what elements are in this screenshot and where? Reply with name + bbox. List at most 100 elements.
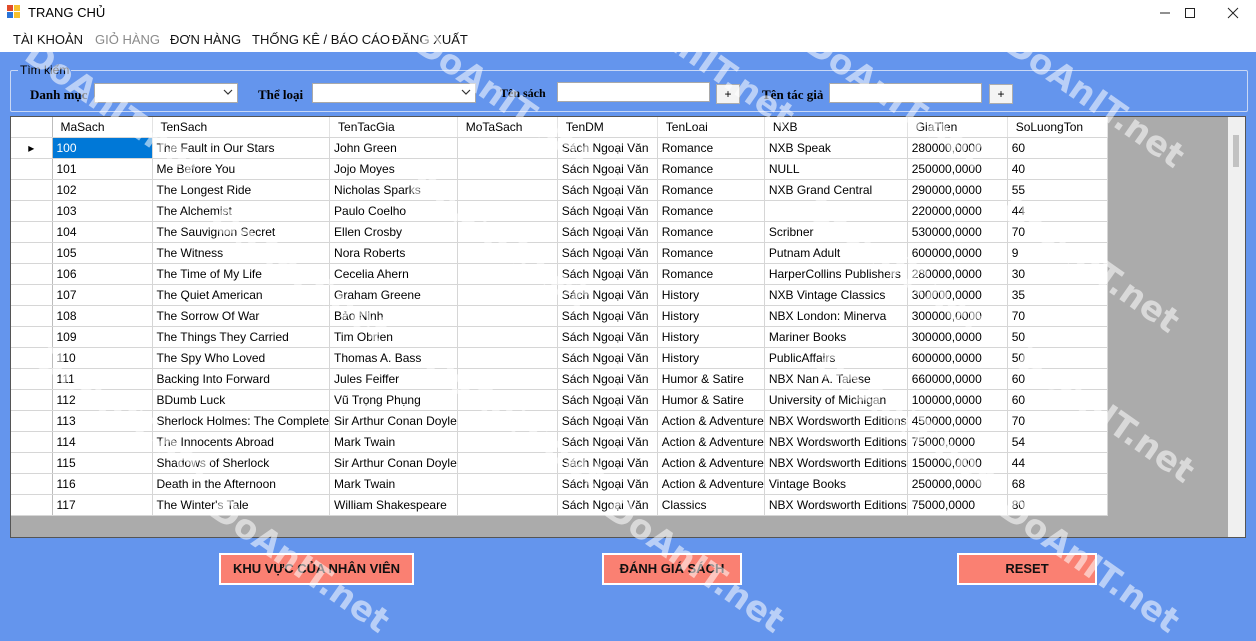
grid-cell-soluongton[interactable]: 70 — [1007, 305, 1108, 327]
grid-cell-tensach[interactable]: The Innocents Abroad — [152, 431, 331, 453]
grid-cell-soluongton[interactable]: 80 — [1007, 494, 1108, 516]
grid-cell-nxb[interactable]: Putnam Adult — [764, 242, 908, 264]
grid-cell-giatien[interactable]: 280000,0000 — [907, 137, 1008, 159]
grid-cell-tendm[interactable]: Sách Ngoại Văn — [557, 284, 658, 306]
grid-cell-tensach[interactable]: The Sorrow Of War — [152, 305, 331, 327]
grid-cell-giatien[interactable]: 75000,0000 — [907, 431, 1008, 453]
genre-select[interactable] — [312, 83, 476, 103]
grid-cell-tenloai[interactable]: History — [657, 284, 765, 306]
grid-cell-tentacgia[interactable]: Ellen Crosby — [329, 221, 458, 243]
grid-cell-soluongton[interactable]: 54 — [1007, 431, 1108, 453]
grid-cell-tendm[interactable]: Sách Ngoại Văn — [557, 158, 658, 180]
grid-cell-tentacgia[interactable]: Thomas A. Bass — [329, 347, 458, 369]
grid-cell-giatien[interactable]: 150000,0000 — [907, 452, 1008, 474]
grid-cell-tensach[interactable]: The Time of My Life — [152, 263, 331, 285]
row-header[interactable] — [11, 263, 53, 285]
grid-cell-tensach[interactable]: Shadows of Sherlock — [152, 452, 331, 474]
grid-cell-masach[interactable]: 110 — [52, 347, 153, 369]
grid-cell-giatien[interactable]: 530000,0000 — [907, 221, 1008, 243]
grid-cell-tensach[interactable]: The Longest Ride — [152, 179, 331, 201]
table-row[interactable]: 109 The Things They Carried Tim Obrien Sách… — [11, 326, 1108, 348]
column-header-tentacgia[interactable]: TenTacGia — [329, 117, 458, 138]
grid-cell-tenloai[interactable]: Romance — [657, 158, 765, 180]
grid-cell-tendm[interactable]: Sách Ngoại Văn — [557, 179, 658, 201]
grid-cell-tentacgia[interactable]: Jojo Moyes — [329, 158, 458, 180]
menu-tai-khoan[interactable]: TÀI KHOẢN — [13, 32, 83, 47]
grid-cell-nxb[interactable]: NXB Vintage Classics — [764, 284, 908, 306]
row-header[interactable] — [11, 347, 53, 369]
grid-cell-giatien[interactable]: 450000,0000 — [907, 410, 1008, 432]
menu-gio-hang[interactable]: GIỎ HÀNG — [95, 32, 160, 47]
grid-cell-nxb[interactable]: NBX Wordsworth Editions — [764, 431, 908, 453]
grid-cell-tensach[interactable]: The Witness — [152, 242, 331, 264]
grid-cell-masach[interactable]: 106 — [52, 263, 153, 285]
grid-cell-tendm[interactable]: Sách Ngoại Văn — [557, 200, 658, 222]
table-row[interactable]: 106 The Time of My Life Cecelia Ahern Sách … — [11, 263, 1108, 285]
grid-cell-nxb[interactable]: NBX Nan A. Talese — [764, 368, 908, 390]
grid-cell-tentacgia[interactable]: Graham Greene — [329, 284, 458, 306]
staff-area-button[interactable]: KHU VỰC CỦA NHÂN VIÊN — [219, 553, 414, 585]
grid-cell-motasach[interactable] — [457, 410, 558, 432]
grid-cell-tenloai[interactable]: Action & Adventure — [657, 431, 765, 453]
row-header[interactable] — [11, 494, 53, 516]
grid-cell-tendm[interactable]: Sách Ngoại Văn — [557, 431, 658, 453]
grid-cell-motasach[interactable] — [457, 389, 558, 411]
grid-cell-giatien[interactable]: 300000,0000 — [907, 284, 1008, 306]
grid-cell-motasach[interactable] — [457, 305, 558, 327]
grid-cell-tendm[interactable]: Sách Ngoại Văn — [557, 263, 658, 285]
grid-cell-soluongton[interactable]: 70 — [1007, 410, 1108, 432]
column-header-masach[interactable]: MaSach — [52, 117, 153, 138]
table-row[interactable]: ▸ 100 The Fault in Our Stars John Green Sách… — [11, 137, 1108, 159]
grid-cell-tenloai[interactable]: History — [657, 326, 765, 348]
books-grid[interactable]: MaSach TenSach TenTacGia MoTaSach TenDM … — [10, 116, 1246, 538]
grid-cell-soluongton[interactable]: 70 — [1007, 221, 1108, 243]
grid-cell-soluongton[interactable]: 60 — [1007, 368, 1108, 390]
grid-cell-nxb[interactable] — [764, 200, 908, 222]
table-row[interactable]: 108 The Sorrow Of War Bảo Ninh Sách Ngoại V… — [11, 305, 1108, 327]
grid-cell-tenloai[interactable]: Humor & Satire — [657, 368, 765, 390]
close-button[interactable] — [1210, 0, 1256, 26]
grid-cell-tenloai[interactable]: Humor & Satire — [657, 389, 765, 411]
row-header[interactable] — [11, 326, 53, 348]
table-row[interactable]: 103 The Alchemist Paulo Coelho Sách Ngoại V… — [11, 200, 1108, 222]
category-select[interactable] — [94, 83, 238, 103]
grid-cell-soluongton[interactable]: 68 — [1007, 473, 1108, 495]
grid-cell-masach[interactable]: 112 — [52, 389, 153, 411]
row-header[interactable] — [11, 368, 53, 390]
grid-cell-tentacgia[interactable]: Sir Arthur Conan Doyle — [329, 452, 458, 474]
column-header-motasach[interactable]: MoTaSach — [457, 117, 558, 138]
grid-cell-soluongton[interactable]: 9 — [1007, 242, 1108, 264]
grid-cell-tensach[interactable]: Death in the Afternoon — [152, 473, 331, 495]
grid-cell-nxb[interactable]: NBX Wordsworth Editions — [764, 494, 908, 516]
row-header[interactable] — [11, 221, 53, 243]
row-header[interactable] — [11, 200, 53, 222]
grid-cell-tendm[interactable]: Sách Ngoại Văn — [557, 326, 658, 348]
row-header[interactable] — [11, 158, 53, 180]
row-header[interactable] — [11, 284, 53, 306]
grid-cell-soluongton[interactable]: 44 — [1007, 200, 1108, 222]
table-row[interactable]: 101 Me Before You Jojo Moyes Sách Ngoại Văn… — [11, 158, 1108, 180]
reset-button[interactable]: RESET — [957, 553, 1097, 585]
column-header-tensach[interactable]: TenSach — [152, 117, 331, 138]
grid-cell-soluongton[interactable]: 30 — [1007, 263, 1108, 285]
grid-cell-masach[interactable]: 105 — [52, 242, 153, 264]
grid-cell-motasach[interactable] — [457, 452, 558, 474]
table-row[interactable]: 110 The Spy Who Loved Thomas A. Bass Sách N… — [11, 347, 1108, 369]
grid-cell-nxb[interactable]: HarperCollins Publishers — [764, 263, 908, 285]
grid-cell-giatien[interactable]: 300000,0000 — [907, 326, 1008, 348]
grid-cell-tensach[interactable]: Backing Into Forward — [152, 368, 331, 390]
grid-cell-nxb[interactable]: Mariner Books — [764, 326, 908, 348]
grid-cell-tensach[interactable]: The Fault in Our Stars — [152, 137, 331, 159]
grid-cell-motasach[interactable] — [457, 326, 558, 348]
grid-cell-tendm[interactable]: Sách Ngoại Văn — [557, 494, 658, 516]
grid-cell-tensach[interactable]: The Quiet American — [152, 284, 331, 306]
grid-cell-nxb[interactable]: NBX London: Minerva — [764, 305, 908, 327]
grid-cell-tentacgia[interactable]: Paulo Coelho — [329, 200, 458, 222]
column-header-tenloai[interactable]: TenLoai — [657, 117, 765, 138]
grid-cell-masach[interactable]: 109 — [52, 326, 153, 348]
grid-cell-motasach[interactable] — [457, 242, 558, 264]
grid-cell-giatien[interactable]: 250000,0000 — [907, 473, 1008, 495]
grid-cell-masach[interactable]: 107 — [52, 284, 153, 306]
menu-thong-ke-bao-cao[interactable]: THỐNG KÊ / BÁO CÁO — [252, 32, 390, 47]
table-row[interactable]: 117 The Winter's Tale William Shakespeare S… — [11, 494, 1108, 516]
